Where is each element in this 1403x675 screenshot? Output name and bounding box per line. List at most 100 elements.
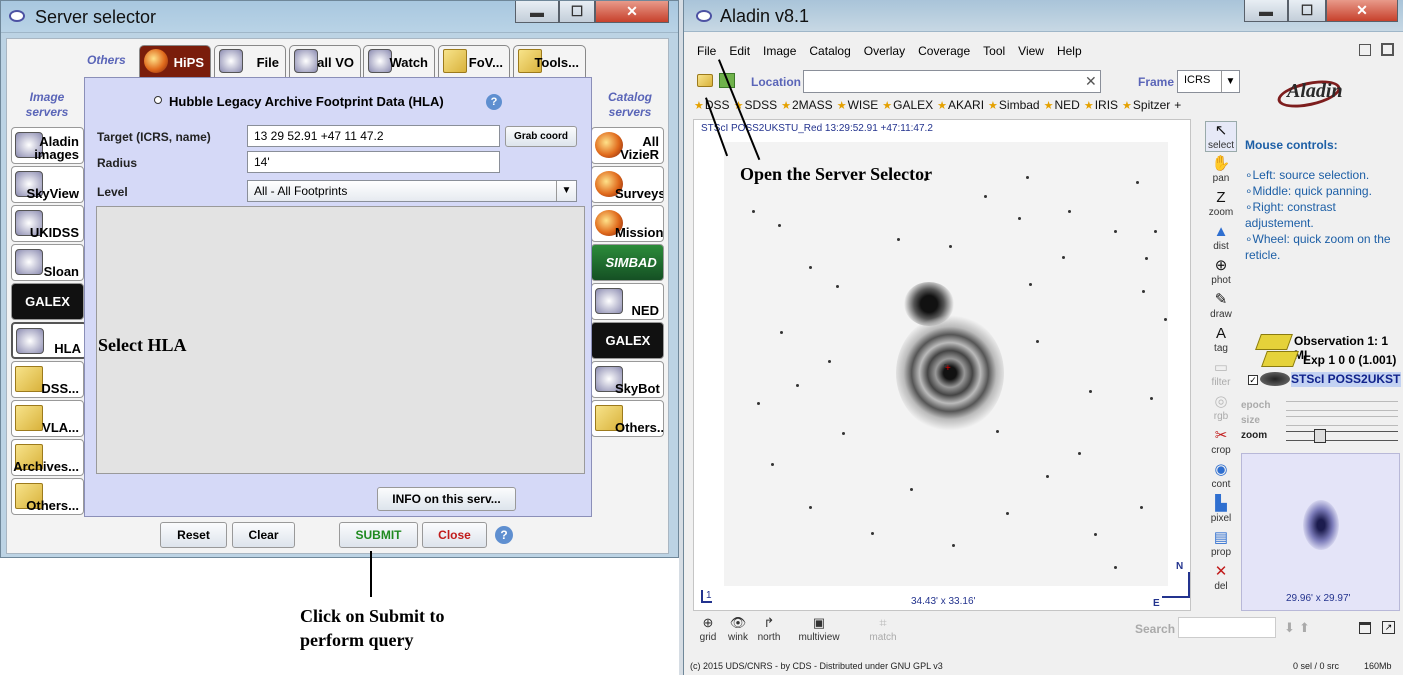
external-icon[interactable]: ↗: [1382, 621, 1395, 634]
shortcut-plus[interactable]: +: [1174, 98, 1181, 112]
target-input[interactable]: 13 29 52.91 +47 11 47.2: [247, 125, 500, 147]
tool-pan[interactable]: ✋ pan: [1205, 155, 1237, 184]
plane-exposure[interactable]: Exp 1 0 0 (1.001): [1303, 353, 1396, 367]
radius-input[interactable]: 14': [247, 151, 500, 173]
grab-coord-button[interactable]: Grab coord: [505, 126, 577, 147]
zoom-slider-thumb[interactable]: [1314, 429, 1326, 443]
shortcut-iris[interactable]: ★IRIS: [1084, 98, 1118, 112]
reset-button[interactable]: Reset: [160, 522, 227, 548]
catalog-server-galex[interactable]: GALEX: [591, 322, 664, 359]
shortcut-akari[interactable]: ★AKARI: [937, 98, 984, 112]
epoch-slider[interactable]: [1286, 401, 1398, 411]
menu-overlay[interactable]: Overlay: [864, 44, 905, 58]
info-button[interactable]: INFO on this serv...: [377, 487, 516, 511]
help-icon[interactable]: ?: [486, 94, 502, 110]
tab-fov[interactable]: FoV...: [438, 45, 510, 78]
tool-filter[interactable]: ▭ filter: [1205, 359, 1237, 388]
image-server-dss[interactable]: DSS...: [11, 361, 84, 398]
tool-crop[interactable]: ✂ crop: [1205, 427, 1237, 456]
image-server-aladinimages[interactable]: Aladin images: [11, 127, 84, 164]
image-server-vla[interactable]: VLA...: [11, 400, 84, 437]
bottom-tool-multiview[interactable]: ▣ multiview: [784, 614, 854, 643]
menu-view[interactable]: View: [1018, 44, 1044, 58]
shortcut-2mass[interactable]: ★2MASS: [781, 98, 833, 112]
image-server-ukidss[interactable]: UKIDSS: [11, 205, 84, 242]
help-icon[interactable]: ?: [495, 526, 513, 544]
menu-file[interactable]: File: [697, 44, 716, 58]
tab-tools[interactable]: Tools...: [513, 45, 586, 78]
shortcut-simbad[interactable]: ★Simbad: [988, 98, 1040, 112]
catalog-server-surveys[interactable]: Surveys: [591, 166, 664, 203]
tool-tag[interactable]: Atag: [1205, 325, 1237, 354]
tab-allvo[interactable]: all VO: [289, 45, 361, 78]
chevron-down-icon[interactable]: ▼: [556, 181, 576, 201]
menu-help[interactable]: Help: [1057, 44, 1082, 58]
tab-watch[interactable]: Watch: [363, 45, 435, 78]
image-server-archives[interactable]: Archives...: [11, 439, 84, 476]
tool-zoom[interactable]: Zzoom: [1205, 189, 1237, 218]
submit-button[interactable]: SUBMIT: [339, 522, 418, 548]
star-point: [944, 364, 947, 367]
image-server-sloan[interactable]: Sloan: [11, 244, 84, 281]
shortcut-spitzer[interactable]: ★Spitzer: [1122, 98, 1170, 112]
menu-tool[interactable]: Tool: [983, 44, 1005, 58]
catalog-server-missions[interactable]: Missions: [591, 205, 664, 242]
search-down-icon[interactable]: ⬇: [1284, 620, 1295, 636]
aladin-title: Aladin v8.1: [720, 6, 810, 26]
tab-hips[interactable]: HiPS: [139, 45, 211, 78]
tool-pixel[interactable]: ▙ pixel: [1205, 495, 1237, 524]
open-folder-icon[interactable]: [697, 74, 713, 87]
level-select[interactable]: All - All Footprints: [247, 180, 577, 202]
close-button[interactable]: Close: [422, 522, 487, 548]
close-window-button[interactable]: ✕: [1326, 0, 1398, 22]
chevron-down-icon[interactable]: ▼: [1221, 71, 1239, 92]
image-server-hla[interactable]: HLA: [11, 322, 87, 359]
tool-prop[interactable]: ▤ prop: [1205, 529, 1237, 558]
location-input[interactable]: [803, 70, 1101, 93]
tab-file[interactable]: File: [214, 45, 286, 78]
size-slider[interactable]: [1286, 416, 1398, 426]
tool-select[interactable]: ↖ select: [1205, 121, 1237, 152]
shortcut-wise[interactable]: ★WISE: [837, 98, 879, 112]
tool-rgb[interactable]: ◎ rgb: [1205, 393, 1237, 422]
menu-image[interactable]: Image: [763, 44, 796, 58]
catalog-server-simbad[interactable]: SIMBAD: [591, 244, 664, 281]
catalog-servers-label: Catalog servers: [607, 90, 652, 119]
maximize-button[interactable]: ☐: [559, 1, 595, 23]
zoom-slider[interactable]: [1286, 431, 1398, 441]
tool-draw[interactable]: ✎ draw: [1205, 291, 1237, 320]
bottom-tool-north[interactable]: ↱ north: [753, 614, 785, 643]
bottom-tool-match[interactable]: ⌗ match: [867, 614, 899, 643]
tool-cont[interactable]: ◉ cont: [1205, 461, 1237, 490]
plane-checkbox[interactable]: ✓: [1248, 375, 1258, 385]
catalog-server-others[interactable]: Others..: [591, 400, 664, 437]
window-icon[interactable]: [1359, 622, 1371, 634]
image-server-galex[interactable]: GALEX: [11, 283, 84, 320]
tool-dist[interactable]: ▲ dist: [1205, 223, 1237, 252]
minimize-button[interactable]: ▬: [1244, 0, 1288, 22]
bottom-tool-grid[interactable]: ⊕ grid: [692, 614, 724, 643]
menu-coverage[interactable]: Coverage: [918, 44, 970, 58]
catalog-server-allvizier[interactable]: All VizieR: [591, 127, 664, 164]
tool-del[interactable]: ✕ del: [1205, 563, 1237, 592]
clear-location-icon[interactable]: ✕: [1085, 73, 1097, 90]
search-up-icon[interactable]: ⬆: [1299, 620, 1310, 636]
shortcut-galex[interactable]: ★GALEX: [882, 98, 933, 112]
detach-icon[interactable]: [1359, 44, 1371, 56]
catalog-server-skybot[interactable]: SkyBot: [591, 361, 664, 398]
clear-button[interactable]: Clear: [232, 522, 295, 548]
image-server-skyview[interactable]: SkyView: [11, 166, 84, 203]
image-server-others[interactable]: Others...: [11, 478, 84, 515]
plane-image[interactable]: STScI POSS2UKST: [1291, 372, 1401, 387]
bottom-tool-wink[interactable]: 👁 wink: [722, 614, 754, 643]
maximize-button[interactable]: ☐: [1288, 0, 1326, 22]
minimize-button[interactable]: ▬: [515, 1, 559, 23]
close-window-button[interactable]: ✕: [595, 1, 669, 23]
menu-catalog[interactable]: Catalog: [809, 44, 850, 58]
tool-phot[interactable]: ⊕ phot: [1205, 257, 1237, 286]
search-input[interactable]: [1178, 617, 1276, 638]
catalog-server-ned[interactable]: NED: [591, 283, 664, 320]
restore-icon[interactable]: [1381, 43, 1394, 56]
shortcut-ned[interactable]: ★NED: [1044, 98, 1080, 112]
menu-edit[interactable]: Edit: [729, 44, 750, 58]
